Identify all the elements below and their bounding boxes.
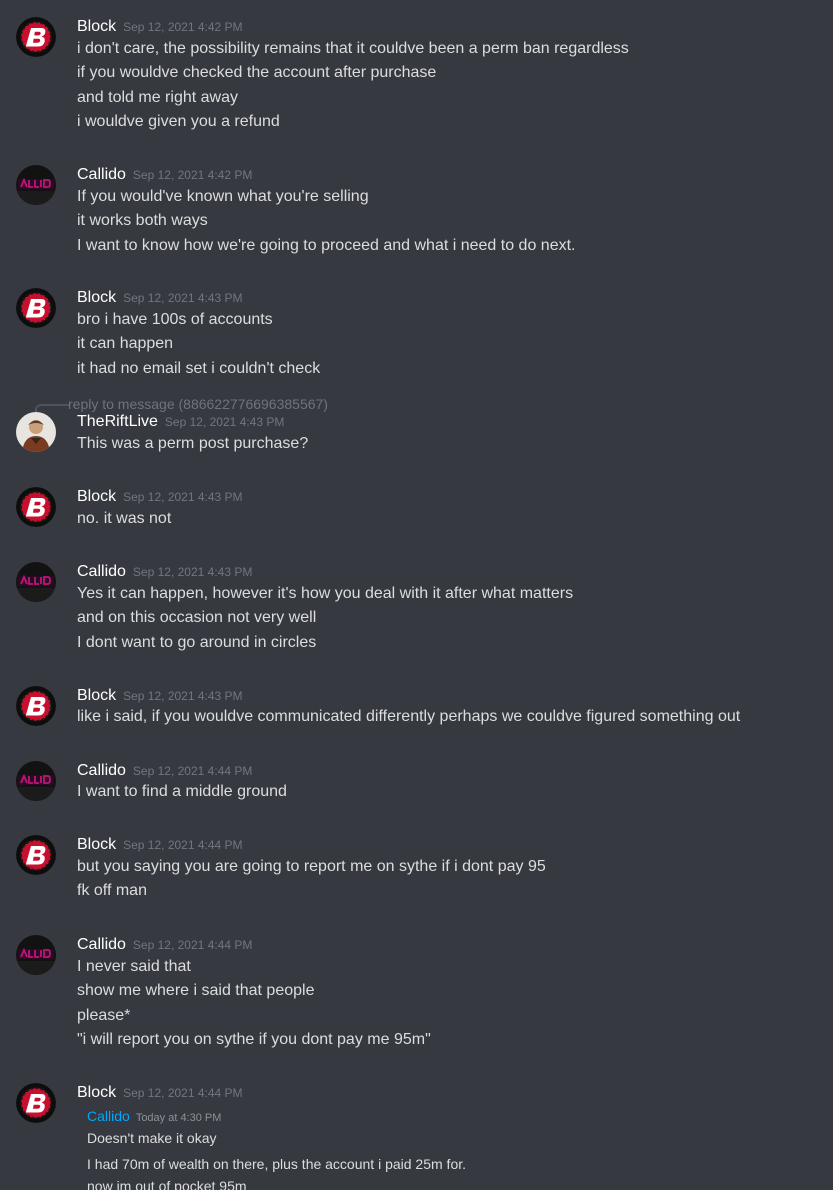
theriftlive-avatar-icon[interactable] (16, 412, 56, 452)
message-header: Block Sep 12, 2021 4:43 PM (77, 686, 243, 706)
message-line: "i will report you on sythe if you dont … (77, 1030, 431, 1048)
author-name[interactable]: Block (77, 18, 116, 35)
message-line: please* (77, 1006, 131, 1024)
callido-avatar-icon[interactable] (16, 562, 56, 602)
author-name[interactable]: Callido (77, 936, 126, 953)
message-line: If you would've known what you're sellin… (77, 188, 369, 205)
author-name[interactable]: Block (77, 289, 116, 306)
quoted-header: Callido Today at 4:30 PM (87, 1108, 221, 1124)
message-header: Callido Sep 12, 2021 4:42 PM (77, 165, 252, 185)
timestamp: Sep 12, 2021 4:43 PM (123, 490, 243, 504)
timestamp: Sep 12, 2021 4:42 PM (123, 20, 243, 34)
timestamp: Sep 12, 2021 4:44 PM (123, 838, 243, 852)
message-header: TheRiftLive Sep 12, 2021 4:43 PM (77, 412, 284, 432)
message-line: I never said that (77, 958, 191, 975)
message-content: like i said, if you wouldve communicated… (77, 705, 817, 729)
quoted-line: Doesn't make it okay (87, 1130, 217, 1146)
message-content: bro i have 100s of accounts it can happe… (77, 308, 817, 381)
message-content: Yes it can happen, however it's how you … (77, 582, 817, 655)
message-content: i don't care, the possibility remains th… (77, 37, 817, 134)
message-line: and on this occasion not very well (77, 609, 317, 627)
reply-reference[interactable]: reply to message (886622776696385567) (68, 396, 328, 412)
timestamp: Sep 12, 2021 4:43 PM (164, 415, 285, 429)
message-header: Block Sep 12, 2021 4:44 PM (77, 835, 243, 855)
block-logo-icon[interactable] (16, 1083, 56, 1123)
block-logo-icon[interactable] (16, 17, 56, 57)
block-logo-icon[interactable] (16, 835, 56, 875)
message-header: Block Sep 12, 2021 4:44 PM (77, 1083, 243, 1103)
callido-avatar-icon[interactable] (16, 165, 56, 205)
message-content: If you would've known what you're sellin… (77, 185, 817, 258)
message-content: but you saying you are going to report m… (77, 855, 817, 904)
message-header: Callido Sep 12, 2021 4:44 PM (77, 761, 252, 781)
message-line: like i said, if you wouldve communicated… (77, 708, 741, 725)
timestamp: Sep 12, 2021 4:44 PM (123, 1086, 243, 1100)
message-line: i don't care, the possibility remains th… (77, 40, 629, 57)
message-content: I never said that show me where i said t… (77, 955, 817, 1052)
message-line: bro i have 100s of accounts (77, 311, 273, 328)
message-line: it had no email set i couldn't check (77, 359, 321, 377)
message-line: fk off man (77, 882, 147, 900)
quoted-line: I had 70m of wealth on there, plus the a… (87, 1156, 467, 1172)
message-line: Yes it can happen, however it's how you … (77, 585, 574, 602)
message-line: if you wouldve checked the account after… (77, 64, 437, 82)
timestamp: Sep 12, 2021 4:43 PM (123, 291, 243, 305)
message-line: I want to know how we're going to procee… (77, 236, 576, 254)
quoted-author: Callido (87, 1108, 130, 1124)
block-logo-icon[interactable] (16, 686, 56, 726)
author-name[interactable]: Callido (77, 166, 126, 183)
timestamp: Sep 12, 2021 4:42 PM (132, 168, 253, 182)
message-header: Block Sep 12, 2021 4:42 PM (77, 17, 243, 37)
message-header: Block Sep 12, 2021 4:43 PM (77, 288, 243, 308)
quoted-line: now im out of pocket 95m (87, 1178, 247, 1190)
timestamp: Sep 12, 2021 4:44 PM (132, 938, 253, 952)
timestamp: Sep 12, 2021 4:43 PM (123, 689, 243, 703)
callido-avatar-icon[interactable] (16, 761, 56, 801)
author-name[interactable]: Block (77, 488, 116, 505)
timestamp: Sep 12, 2021 4:44 PM (132, 764, 253, 778)
author-name[interactable]: TheRiftLive (77, 413, 158, 430)
message-content: I want to find a middle ground (77, 780, 817, 804)
message-line: but you saying you are going to report m… (77, 858, 546, 875)
author-name[interactable]: Block (77, 687, 116, 704)
callido-avatar-icon[interactable] (16, 935, 56, 975)
block-logo-icon[interactable] (16, 288, 56, 328)
message-line: show me where i said that people (77, 982, 315, 1000)
message-line: no. it was not (77, 510, 172, 527)
message-line: i wouldve given you a refund (77, 112, 280, 130)
message-header: Callido Sep 12, 2021 4:44 PM (77, 935, 252, 955)
message-line: This was a perm post purchase? (77, 435, 309, 452)
timestamp: Sep 12, 2021 4:43 PM (132, 565, 253, 579)
message-header: Block Sep 12, 2021 4:43 PM (77, 487, 243, 507)
message-line: I want to find a middle ground (77, 783, 287, 800)
message-content: no. it was not (77, 507, 817, 531)
message-line: it can happen (77, 335, 174, 353)
author-name[interactable]: Callido (77, 762, 126, 779)
author-name[interactable]: Callido (77, 563, 126, 580)
block-logo-icon[interactable] (16, 487, 56, 527)
message-line: it works both ways (77, 212, 208, 230)
quoted-timestamp: Today at 4:30 PM (135, 1112, 222, 1124)
message-line: I dont want to go around in circles (77, 633, 317, 651)
message-header: Callido Sep 12, 2021 4:43 PM (77, 562, 252, 582)
message-content: This was a perm post purchase? (77, 432, 817, 456)
author-name[interactable]: Block (77, 836, 116, 853)
image-attachment[interactable]: Callido Today at 4:30 PM Doesn't make it … (84, 1103, 528, 1190)
author-name[interactable]: Block (77, 1084, 116, 1101)
message-line: and told me right away (77, 88, 238, 106)
